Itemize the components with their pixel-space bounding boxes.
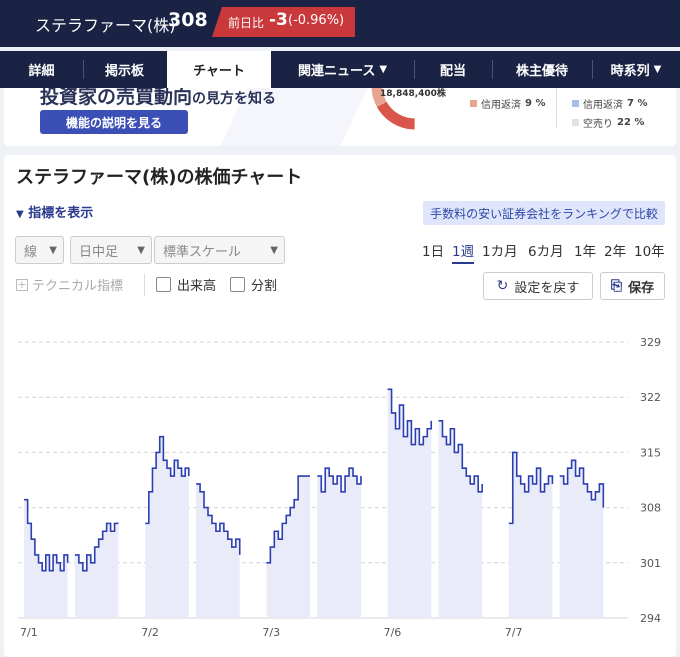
x-tick-label: 7/1 [20,626,38,639]
price-chart[interactable]: 294 301 308 315 322 329 7/1 7/2 7/3 7/6 7/7 [0,0,680,657]
price-area [438,420,483,618]
price-area [74,523,119,618]
y-tick-label: 329 [640,336,661,349]
price-area [317,468,361,618]
y-tick-label: 301 [640,557,661,570]
x-tick-label: 7/6 [384,626,402,639]
price-area [196,483,240,618]
y-tick-label: 308 [640,502,661,515]
y-tick-label: 315 [640,446,661,459]
y-tick-label: 294 [640,612,661,625]
price-area [387,389,432,618]
price-area [508,452,553,618]
x-tick-label: 7/7 [505,626,523,639]
y-tick-label: 322 [640,391,661,404]
x-tick-label: 7/3 [262,626,280,639]
x-tick-label: 7/2 [141,626,159,639]
